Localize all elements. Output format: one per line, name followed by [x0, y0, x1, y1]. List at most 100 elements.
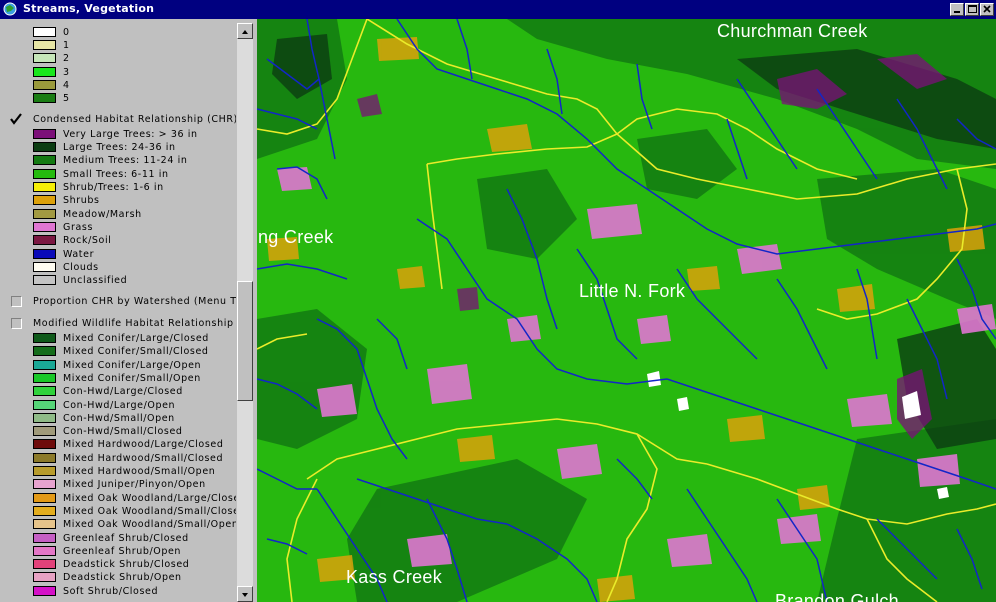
legend-panel: 0 1 2 3 4 5 Condensed Habitat Relationsh…: [0, 19, 255, 602]
map-label-brandon-gulch: Brandon Gulch: [775, 591, 899, 602]
legend-label: Con-Hwd/Large/Open: [63, 399, 176, 411]
legend-label: Mixed Oak Woodland/Small/Open: [63, 519, 236, 531]
maximize-button[interactable]: [965, 3, 979, 16]
legend-label: Mixed Conifer/Small/Open: [63, 372, 201, 384]
layer-checkbox[interactable]: [11, 296, 22, 307]
legend-label: Con-Hwd/Small/Open: [63, 412, 175, 424]
legend-swatch: [33, 372, 56, 383]
legend-swatch: [33, 67, 56, 77]
legend-label: Shrub/Trees: 1-6 in: [63, 182, 164, 193]
legend-label: 5: [63, 93, 70, 104]
legend-label: Soft Shrub/Closed: [63, 585, 159, 597]
legend-label: Greenleaf Shrub/Open: [63, 545, 182, 557]
legend-label: Deadstick Shrub/Closed: [63, 559, 190, 571]
legend-swatch: [33, 505, 56, 516]
legend-label: 3: [63, 67, 70, 78]
legend-label: Deadstick Shrub/Open: [63, 572, 182, 584]
legend-swatch: [33, 235, 56, 245]
legend-swatch: [33, 572, 56, 583]
legend-label: Medium Trees: 11-24 in: [63, 155, 188, 166]
legend-label: 4: [63, 80, 70, 91]
window-title: Streams, Vegetation: [23, 2, 155, 15]
legend-swatch: [33, 399, 56, 410]
maximize-icon: [968, 5, 977, 13]
map-label-churchman-creek: Churchman Creek: [717, 21, 868, 41]
legend-swatch: [33, 545, 56, 556]
legend-swatch: [33, 559, 56, 570]
legend-swatch: [33, 195, 56, 205]
legend-label: Mixed Hardwood/Small/Closed: [63, 452, 224, 464]
legend-label: Mixed Oak Woodland/Small/Closed: [63, 505, 236, 517]
map-label-ng-creek: ng Creek: [258, 227, 334, 247]
legend-label: Shrubs: [63, 195, 100, 206]
legend-label: Rock/Soil: [63, 235, 112, 246]
legend-swatch: [33, 532, 56, 543]
legend-swatch: [33, 93, 56, 103]
legend-label: Unclassified: [63, 275, 128, 286]
legend-swatch: [33, 386, 56, 397]
map-view[interactable]: Churchman Creek ng Creek Little N. Fork …: [257, 19, 996, 602]
legend-label: Con-Hwd/Large/Closed: [63, 386, 183, 398]
layer-label-mwhr: Modified Wildlife Habitat Relationship (…: [33, 318, 236, 329]
legend-swatch: [33, 27, 56, 37]
legend-label: 1: [63, 40, 70, 51]
scrollbar-thumb[interactable]: [237, 281, 253, 401]
vegetation-map: [257, 19, 996, 602]
legend-swatch: [33, 426, 56, 437]
scroll-up-button[interactable]: [237, 23, 253, 39]
legend-swatch: [33, 222, 56, 232]
close-icon: [983, 5, 991, 13]
legend-swatch: [33, 142, 56, 152]
legend-swatch: [33, 585, 56, 596]
close-button[interactable]: [980, 3, 994, 16]
legend-label: 2: [63, 53, 70, 64]
legend-swatch: [33, 40, 56, 50]
legend-swatch: [33, 333, 56, 343]
legend-label: Con-Hwd/Small/Closed: [63, 426, 183, 438]
legend-label: Mixed Conifer/Large/Open: [63, 359, 202, 371]
layer-label-proportion: Proportion CHR by Watershed (Menu T: [33, 296, 236, 307]
minimize-icon: [954, 11, 960, 13]
map-label-kass-creek: Kass Creek: [346, 567, 443, 587]
legend-scrollbar[interactable]: [237, 23, 253, 602]
legend-swatch: [33, 492, 56, 503]
legend-label: Mixed Conifer/Large/Closed: [63, 333, 209, 344]
legend-label: Very Large Trees: > 36 in: [63, 129, 198, 140]
legend-label: Small Trees: 6-11 in: [63, 169, 169, 180]
legend-label: Clouds: [63, 262, 99, 273]
legend-label: Grass: [63, 222, 93, 233]
checkmark-icon[interactable]: [9, 112, 23, 126]
layer-label-chr: Condensed Habitat Relationship (CHR): [33, 114, 236, 125]
legend-swatch: [33, 519, 56, 530]
arrow-up-icon: [242, 30, 248, 34]
legend-swatch: [33, 169, 56, 179]
map-label-little-n-fork: Little N. Fork: [579, 281, 686, 301]
legend-swatch: [33, 466, 56, 476]
legend-swatch: [33, 80, 56, 90]
layer-checkbox[interactable]: [11, 318, 22, 329]
title-bar[interactable]: Streams, Vegetation: [0, 0, 996, 19]
map-window-icon: [3, 2, 17, 16]
minimize-button[interactable]: [950, 3, 964, 16]
legend-label: Meadow/Marsh: [63, 209, 142, 220]
legend-label: Mixed Hardwood/Large/Closed: [63, 439, 224, 451]
legend-label: Mixed Oak Woodland/Large/Closed: [63, 492, 236, 504]
scroll-down-button[interactable]: [237, 586, 253, 602]
legend-label: Mixed Hardwood/Small/Open: [63, 466, 216, 477]
legend-swatch: [33, 359, 56, 370]
legend-swatch: [33, 262, 56, 272]
legend-swatch: [33, 346, 56, 357]
legend-swatch: [33, 209, 56, 219]
legend-swatch: [33, 412, 56, 423]
legend-swatch: [33, 129, 56, 139]
legend-swatch: [33, 479, 56, 490]
legend-swatch: [33, 249, 56, 259]
legend-swatch: [33, 53, 56, 63]
legend-label: Mixed Juniper/Pinyon/Open: [63, 479, 206, 491]
legend-label: Water: [63, 249, 95, 260]
legend-swatch: [33, 182, 56, 192]
legend-label: Large Trees: 24-36 in: [63, 142, 176, 153]
legend-label: 0: [63, 27, 70, 38]
legend-swatch: [33, 275, 56, 285]
legend-swatch: [33, 452, 56, 463]
